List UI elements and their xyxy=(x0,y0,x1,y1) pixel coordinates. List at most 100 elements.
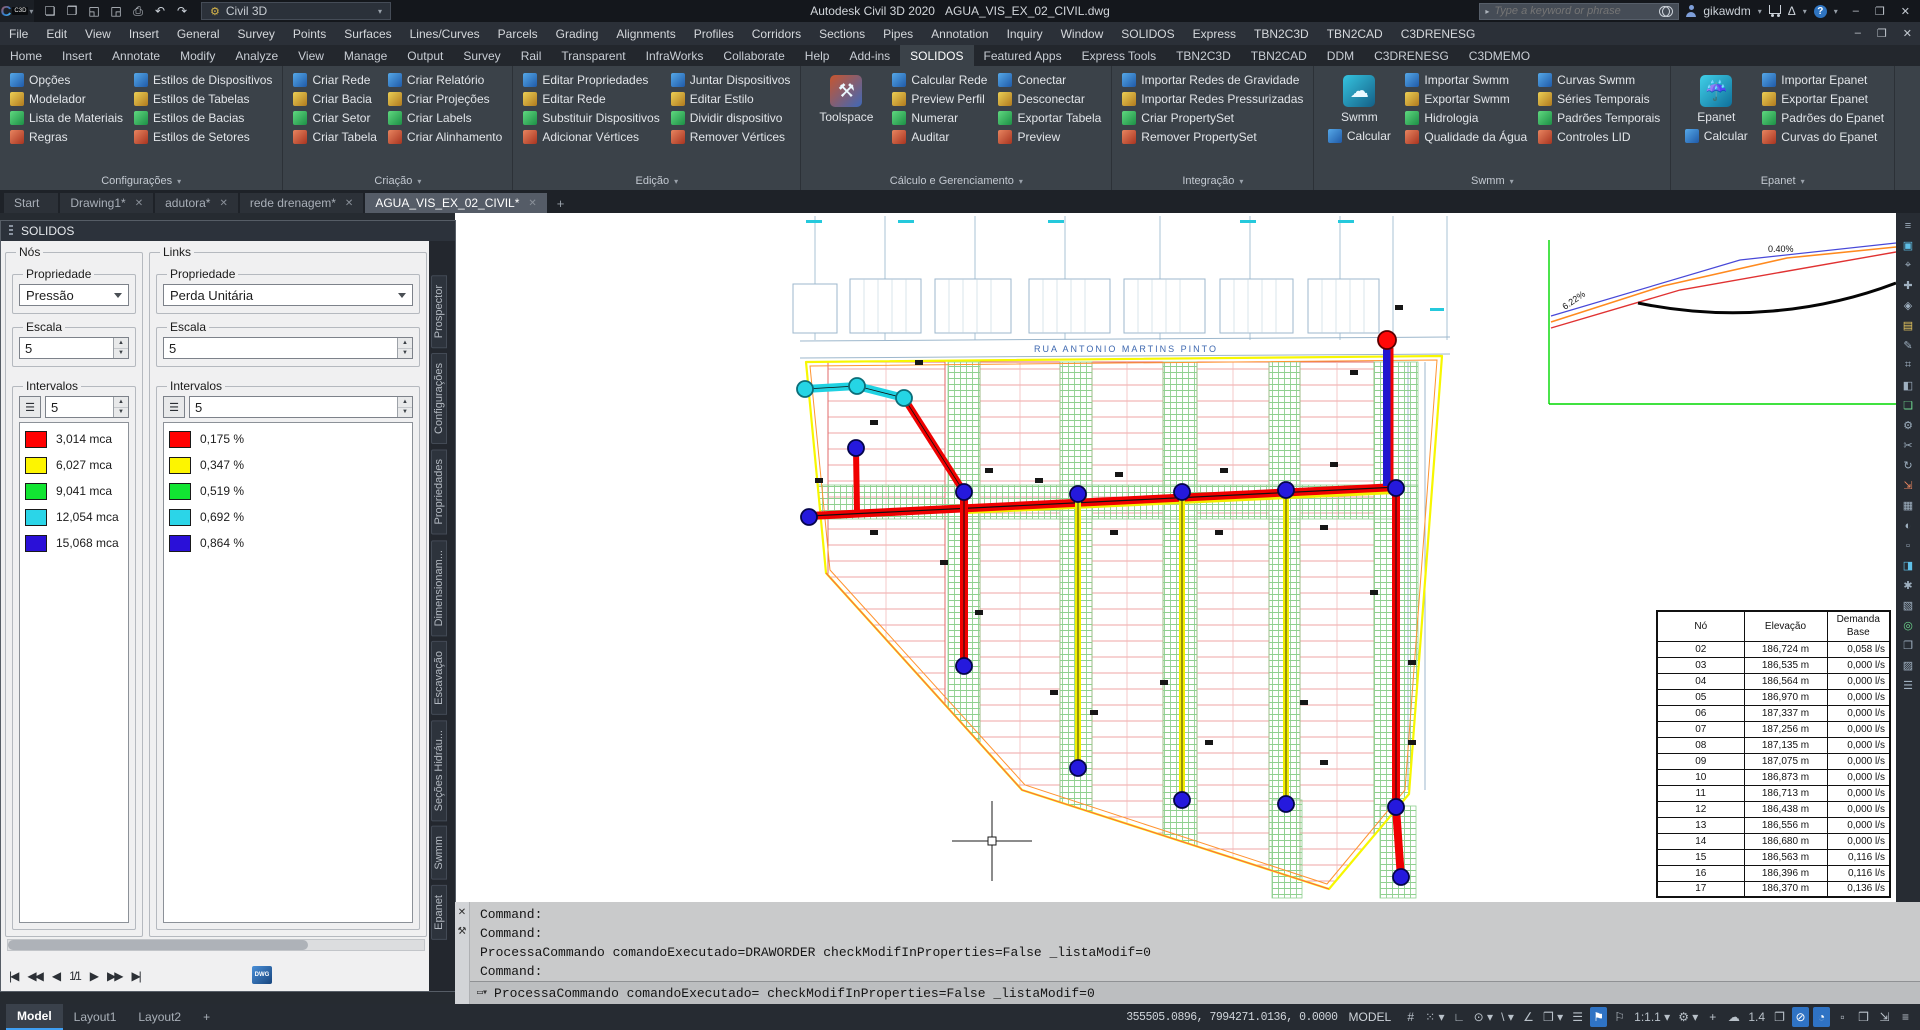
ribbon-button[interactable]: Controles LID xyxy=(1534,127,1664,146)
ribbon-tab[interactable]: SOLIDOS xyxy=(900,45,973,66)
ribbon-button[interactable]: Criar PropertySet xyxy=(1118,108,1307,127)
app-logo[interactable]: C C3D ▾ xyxy=(0,0,34,22)
close-icon[interactable]: ✕ xyxy=(528,198,536,209)
ribbon-button[interactable]: Editar Estilo xyxy=(667,89,795,108)
legend-item[interactable]: 0,864 % xyxy=(164,530,412,556)
ribbon-tab[interactable]: Help xyxy=(795,45,840,66)
side-tool-icon[interactable]: ✂ xyxy=(1899,437,1917,454)
ribbon-button[interactable]: Substituir Dispositivos xyxy=(519,108,663,127)
workspace-selector[interactable]: ⚙ Civil 3D ▾ xyxy=(201,2,391,20)
intervals-filter-icon[interactable]: ☰ xyxy=(19,396,41,418)
status-icon[interactable]: ⚐ xyxy=(1611,1007,1628,1027)
side-tool-icon[interactable]: ▣ xyxy=(1899,237,1917,254)
menu-item[interactable]: General xyxy=(168,27,229,41)
palette-tab[interactable]: Prospector xyxy=(431,275,447,348)
ribbon-button[interactable]: Curvas do Epanet xyxy=(1758,127,1888,146)
layout-tab[interactable]: Layout2 xyxy=(127,1004,192,1030)
ribbon-tab[interactable]: Home xyxy=(0,45,52,66)
ribbon-button[interactable]: Remover Vértices xyxy=(667,127,795,146)
menu-item[interactable]: Annotation xyxy=(922,27,997,41)
ribbon-button[interactable]: Auditar xyxy=(888,127,991,146)
side-tool-icon[interactable]: ❏ xyxy=(1899,397,1917,414)
status-icon[interactable]: ⊙ ▾ xyxy=(1472,1007,1495,1027)
ribbon-button[interactable]: Criar Labels xyxy=(384,108,506,127)
close-icon[interactable]: ✕ xyxy=(458,907,466,918)
ribbon-button[interactable]: Hidrologia xyxy=(1401,108,1531,127)
side-tool-icon[interactable]: ▦ xyxy=(1899,497,1917,514)
status-icon[interactable]: ❐ xyxy=(1771,1007,1788,1027)
ribbon-button[interactable]: Conectar xyxy=(994,70,1105,89)
status-icon[interactable]: ☁ xyxy=(1725,1007,1742,1027)
file-tab[interactable]: adutora*✕ xyxy=(155,193,238,213)
file-tab[interactable]: rede drenagem*✕ xyxy=(240,193,363,213)
help-icon[interactable]: ? xyxy=(1814,5,1827,18)
ribbon-tab[interactable]: Manage xyxy=(334,45,397,66)
close-icon[interactable]: ✕ xyxy=(135,198,143,209)
new-tab-button[interactable]: + xyxy=(549,196,573,213)
ribbon-button[interactable]: Juntar Dispositivos xyxy=(667,70,795,89)
layout-tab[interactable]: Model xyxy=(6,1004,63,1030)
ribbon-button[interactable]: Editar Propriedades xyxy=(519,70,663,89)
side-tool-icon[interactable]: ✱ xyxy=(1899,577,1917,594)
search-box[interactable]: ▸ xyxy=(1479,3,1679,20)
username[interactable]: gikawdm xyxy=(1703,4,1750,18)
ribbon-tab[interactable]: Featured Apps xyxy=(974,45,1072,66)
command-input-bar[interactable]: ▭▾ ProcessaCommando comandoExecutado= ch… xyxy=(470,981,1920,1004)
status-icon[interactable]: ∟ xyxy=(1451,1007,1468,1027)
side-tool-icon[interactable]: ⚙ xyxy=(1899,417,1917,434)
status-icon[interactable]: 1.4 xyxy=(1746,1007,1767,1027)
menu-item[interactable]: Grading xyxy=(547,27,608,41)
status-icon[interactable]: ❒ xyxy=(1855,1007,1872,1027)
pager-button[interactable]: ◀ xyxy=(52,969,59,983)
side-tool-icon[interactable]: ◧ xyxy=(1899,377,1917,394)
ribbon-button[interactable]: Qualidade da Água xyxy=(1401,127,1531,146)
ribbon-button[interactable]: Criar Bacia xyxy=(289,89,380,108)
ribbon-button[interactable]: Padrões Temporais xyxy=(1534,108,1664,127)
palette-tab[interactable]: Dimensionam... xyxy=(431,540,447,636)
pager-button[interactable]: ▶▶ xyxy=(107,969,121,983)
nos-propriedade-select[interactable]: Pressão xyxy=(19,284,129,306)
ribbon-button[interactable]: Remover PropertySet xyxy=(1118,127,1307,146)
status-icon[interactable]: ⊘ xyxy=(1792,1007,1809,1027)
status-icon[interactable]: ☰ xyxy=(1569,1007,1586,1027)
pager-button[interactable]: |◀ xyxy=(9,969,17,983)
ribbon-button[interactable]: Numerar xyxy=(888,108,991,127)
qat-icon[interactable]: ❏ xyxy=(40,2,61,20)
menu-item[interactable]: Edit xyxy=(37,27,76,41)
ribbon-button[interactable]: Modelador xyxy=(6,89,127,108)
legend-item[interactable]: 0,175 % xyxy=(164,426,412,452)
close-button[interactable]: ✕ xyxy=(1893,5,1918,18)
legend-item[interactable]: 3,014 mca xyxy=(20,426,128,452)
ribbon-button[interactable]: Editar Rede xyxy=(519,89,663,108)
ribbon-button[interactable]: Criar Alinhamento xyxy=(384,127,506,146)
ribbon-panel-label[interactable]: Epanet▾ xyxy=(1671,172,1894,190)
status-icon[interactable]: ⚑ xyxy=(1590,1007,1607,1027)
ribbon-panel-label[interactable]: Ajuda▾ xyxy=(1895,172,1920,190)
layout-tab[interactable]: + xyxy=(192,1004,221,1030)
search-icon[interactable] xyxy=(1659,6,1673,16)
doc-close-button[interactable]: ✕ xyxy=(1895,27,1920,40)
layout-tab[interactable]: Layout1 xyxy=(63,1004,128,1030)
epanet-button[interactable]: ☔ Epanet xyxy=(1697,70,1735,124)
side-tool-icon[interactable]: ◎ xyxy=(1899,617,1917,634)
status-icon[interactable]: \ ▾ xyxy=(1499,1007,1516,1027)
menu-item[interactable]: Points xyxy=(284,27,335,41)
qat-icon[interactable]: ◱ xyxy=(84,2,105,20)
ribbon-button[interactable]: Curvas Swmm xyxy=(1534,70,1664,89)
status-icon[interactable]: ∠ xyxy=(1520,1007,1537,1027)
ribbon-button[interactable]: Opções xyxy=(6,70,127,89)
swmm-button[interactable]: ☁ Swmm xyxy=(1341,70,1378,124)
user-menu-caret[interactable]: ▾ xyxy=(1758,7,1762,16)
qat-icon[interactable]: ↶ xyxy=(150,2,171,20)
menu-item[interactable]: Surfaces xyxy=(335,27,400,41)
close-icon[interactable]: ✕ xyxy=(345,198,353,209)
ribbon-button[interactable]: Exportar Tabela xyxy=(994,108,1105,127)
ribbon-button[interactable]: Criar Setor xyxy=(289,108,380,127)
palette-tab[interactable]: Escavação xyxy=(431,641,447,715)
side-tool-icon[interactable]: ▨ xyxy=(1899,657,1917,674)
palette-header[interactable]: SOLIDOS xyxy=(1,221,455,241)
legend-item[interactable]: 6,027 mca xyxy=(20,452,128,478)
ribbon-panel-label[interactable]: Criação▾ xyxy=(283,172,512,190)
menu-item[interactable]: Survey xyxy=(229,27,284,41)
menu-item[interactable]: Corridors xyxy=(743,27,810,41)
